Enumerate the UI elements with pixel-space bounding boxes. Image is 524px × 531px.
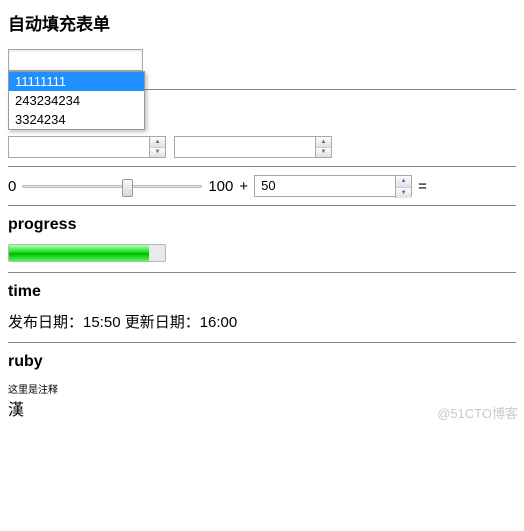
time-text: 发布日期：15:50 更新日期：16:00	[8, 311, 516, 332]
divider	[8, 272, 516, 273]
spinner-up-icon[interactable]: ▲	[396, 176, 411, 187]
spinner-value	[175, 137, 315, 157]
spinner-up-icon[interactable]: ▲	[316, 137, 331, 147]
dropdown-option[interactable]: 3324234	[9, 110, 144, 129]
divider	[8, 166, 516, 167]
watermark: @51CTO博客	[437, 403, 518, 422]
section-heading-ruby: ruby	[8, 353, 516, 371]
slider-thumb[interactable]	[122, 179, 133, 197]
ruby-annotation: 这里是注释	[8, 381, 516, 396]
spinner-down-icon[interactable]: ▼	[150, 147, 165, 158]
dropdown-option[interactable]: 11111111	[9, 72, 144, 91]
equals-label: =	[418, 178, 427, 195]
dropdown-option[interactable]: 243234234	[9, 91, 144, 110]
plus-label: +	[239, 178, 248, 195]
number-spinner-2[interactable]: ▲ ▼	[174, 136, 332, 158]
spinner-down-icon[interactable]: ▼	[316, 147, 331, 158]
spinner-up-icon[interactable]: ▲	[150, 137, 165, 147]
divider	[8, 205, 516, 206]
slider-max-label: 100	[208, 178, 233, 195]
autofill-input[interactable]	[8, 49, 143, 71]
section-heading-autofill: 自动填充表单	[8, 10, 516, 35]
section-heading-time: time	[8, 283, 516, 301]
number-input-value: 50	[255, 176, 395, 196]
section-heading-progress: progress	[8, 216, 516, 234]
autofill-dropdown: 11111111 243234234 3324234	[8, 71, 145, 130]
number-spinner-1[interactable]: ▲ ▼	[8, 136, 166, 158]
slider-row: 0 100 + 50 ▲ ▼ =	[8, 175, 516, 197]
progress-bar	[8, 244, 166, 262]
spinner-down-icon[interactable]: ▼	[396, 187, 411, 199]
spinner-value	[9, 137, 149, 157]
number-input[interactable]: 50 ▲ ▼	[254, 175, 412, 197]
slider-rail	[22, 185, 202, 188]
slider-min-label: 0	[8, 178, 16, 195]
spinners-row: ▲ ▼ ▲ ▼	[8, 136, 516, 158]
divider	[8, 342, 516, 343]
autofill-field: 11111111 243234234 3324234	[8, 49, 516, 71]
range-slider[interactable]	[22, 176, 202, 196]
progress-bar-fill	[9, 245, 149, 261]
